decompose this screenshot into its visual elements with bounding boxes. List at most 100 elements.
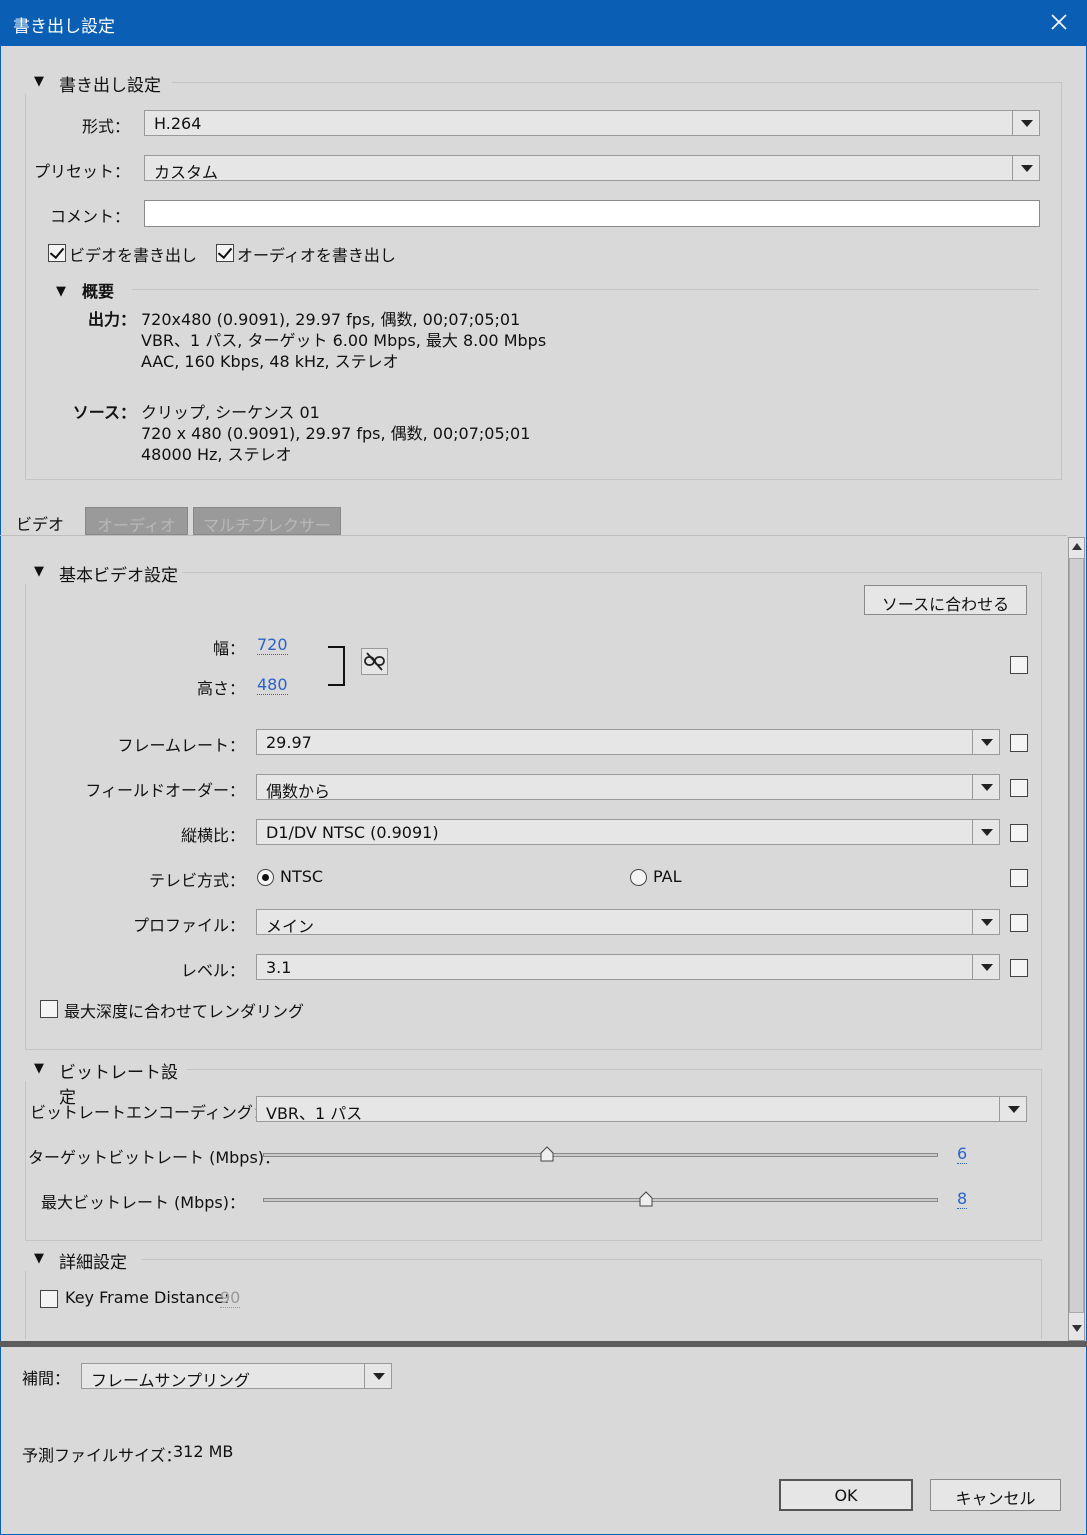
ok-label: OK bbox=[834, 1486, 858, 1505]
export-settings-header[interactable]: ▼ 書き出し設定 bbox=[22, 70, 172, 96]
pal-radio[interactable] bbox=[630, 869, 647, 886]
summary-collapse-icon[interactable]: ▼ bbox=[56, 284, 66, 299]
preset-label: プリセット： bbox=[33, 162, 130, 181]
tv-standard-label: テレビ方式： bbox=[148, 871, 245, 890]
panel-splitter[interactable] bbox=[0, 1341, 1087, 1347]
chevron-down-icon bbox=[972, 775, 999, 799]
chevron-down-icon bbox=[972, 730, 999, 754]
target-bitrate-thumb[interactable] bbox=[540, 1146, 554, 1162]
aspect-select[interactable]: D1/DV NTSC (0.9091) bbox=[256, 819, 1000, 845]
ok-button[interactable]: OK bbox=[779, 1479, 913, 1511]
target-bitrate-label: ターゲットビットレート (Mbps)： bbox=[28, 1148, 281, 1167]
export-video-checkbox[interactable] bbox=[48, 244, 66, 262]
height-value[interactable]: 480 bbox=[257, 675, 288, 695]
unlink-icon[interactable] bbox=[361, 648, 388, 675]
output-line: VBR、1 パス, ターゲット 6.00 Mbps, 最大 8.00 Mbps bbox=[141, 331, 547, 350]
cancel-label: キャンセル bbox=[955, 1489, 1036, 1508]
tab-audio[interactable]: オーディオ bbox=[85, 507, 188, 535]
field-order-override-checkbox[interactable] bbox=[1010, 779, 1028, 797]
scroll-down-icon[interactable] bbox=[1072, 1325, 1082, 1332]
max-bitrate-label: 最大ビットレート (Mbps)： bbox=[40, 1193, 245, 1212]
profile-value: メイン bbox=[266, 917, 315, 936]
frame-rate-select[interactable]: 29.97 bbox=[256, 729, 1000, 755]
collapse-triangle-icon[interactable]: ▼ bbox=[34, 74, 44, 89]
preset-value: カスタム bbox=[154, 163, 219, 182]
match-source-button[interactable]: ソースに合わせる bbox=[864, 585, 1027, 615]
tab-multiplexer[interactable]: マルチプレクサー bbox=[193, 507, 341, 535]
frame-rate-label: フレームレート： bbox=[117, 736, 245, 755]
encoding-label: ビットレートエンコーディング： bbox=[30, 1103, 269, 1122]
output-summary: 720x480 (0.9091), 29.97 fps, 偶数, 00;07;0… bbox=[141, 309, 546, 372]
profile-label: プロファイル： bbox=[132, 916, 245, 935]
aspect-value: D1/DV NTSC (0.9091) bbox=[266, 823, 439, 842]
basic-video-header[interactable]: ▼ 基本ビデオ設定 bbox=[22, 560, 182, 586]
export-audio-label: オーディオを書き出し bbox=[237, 246, 396, 265]
chevron-down-icon bbox=[972, 910, 999, 934]
advanced-header[interactable]: ▼ 詳細設定 bbox=[22, 1247, 142, 1273]
height-label: 高さ： bbox=[196, 679, 245, 698]
tab-divider bbox=[0, 535, 1067, 536]
collapse-triangle-icon[interactable]: ▼ bbox=[34, 564, 44, 579]
source-label: ソース： bbox=[72, 403, 136, 422]
encoding-value: VBR、1 パス bbox=[266, 1104, 363, 1123]
preset-select[interactable]: カスタム bbox=[144, 155, 1040, 182]
tv-standard-override-checkbox[interactable] bbox=[1010, 869, 1028, 887]
aspect-label: 縦横比： bbox=[180, 826, 245, 845]
max-bitrate-slider[interactable] bbox=[263, 1198, 938, 1202]
filesize-label: 予測ファイルサイズ： bbox=[22, 1446, 182, 1465]
chevron-down-icon bbox=[999, 1097, 1026, 1121]
collapse-triangle-icon[interactable]: ▼ bbox=[34, 1061, 44, 1076]
title-bar: 書き出し設定 bbox=[0, 0, 1087, 46]
scrollbar[interactable] bbox=[1068, 537, 1085, 1341]
keyframe-label: Key Frame Distance: bbox=[65, 1288, 230, 1307]
advanced-title: 詳細設定 bbox=[59, 1253, 127, 1273]
output-line: 720x480 (0.9091), 29.97 fps, 偶数, 00;07;0… bbox=[141, 310, 521, 329]
basic-video-title: 基本ビデオ設定 bbox=[59, 566, 178, 586]
tab-audio-label: オーディオ bbox=[97, 516, 176, 535]
format-select[interactable]: H.264 bbox=[144, 110, 1040, 136]
max-depth-checkbox[interactable] bbox=[40, 1000, 58, 1018]
cancel-button[interactable]: キャンセル bbox=[930, 1479, 1061, 1511]
field-order-select[interactable]: 偶数から bbox=[256, 774, 1000, 801]
level-select[interactable]: 3.1 bbox=[256, 954, 1000, 980]
level-value: 3.1 bbox=[266, 958, 292, 977]
pal-label: PAL bbox=[653, 867, 682, 886]
dimension-override-checkbox[interactable] bbox=[1010, 656, 1028, 674]
chevron-down-icon bbox=[972, 820, 999, 844]
ntsc-radio[interactable] bbox=[257, 869, 274, 886]
bitrate-header[interactable]: ▼ ビットレート設定 bbox=[22, 1057, 187, 1108]
export-audio-checkbox[interactable] bbox=[216, 244, 234, 262]
frame-rate-override-checkbox[interactable] bbox=[1010, 734, 1028, 752]
chevron-down-icon bbox=[364, 1364, 391, 1388]
export-settings-title: 書き出し設定 bbox=[59, 76, 161, 96]
aspect-override-checkbox[interactable] bbox=[1010, 824, 1028, 842]
keyframe-checkbox[interactable] bbox=[40, 1290, 58, 1308]
summary-title: 概要 bbox=[82, 282, 115, 301]
ntsc-label: NTSC bbox=[280, 867, 324, 886]
profile-select[interactable]: メイン bbox=[256, 909, 1000, 936]
field-order-label: フィールドオーダー： bbox=[85, 781, 245, 800]
chevron-down-icon bbox=[1012, 156, 1039, 180]
encoding-select[interactable]: VBR、1 パス bbox=[256, 1096, 1027, 1123]
target-bitrate-value[interactable]: 6 bbox=[957, 1144, 968, 1164]
interpolation-value: フレームサンプリング bbox=[91, 1371, 251, 1390]
collapse-triangle-icon[interactable]: ▼ bbox=[34, 1251, 44, 1266]
comment-label: コメント： bbox=[49, 207, 130, 226]
max-bitrate-thumb[interactable] bbox=[639, 1191, 653, 1207]
level-override-checkbox[interactable] bbox=[1010, 959, 1028, 977]
scroll-up-icon[interactable] bbox=[1072, 543, 1082, 550]
comment-input[interactable] bbox=[144, 200, 1040, 227]
close-icon[interactable] bbox=[1045, 8, 1073, 36]
tab-video[interactable]: ビデオ bbox=[6, 507, 80, 536]
source-summary: クリップ, シーケンス 01 720 x 480 (0.9091), 29.97… bbox=[141, 402, 530, 465]
level-label: レベル： bbox=[180, 961, 245, 980]
keyframe-value[interactable]: 90 bbox=[220, 1288, 241, 1308]
target-bitrate-slider[interactable] bbox=[263, 1153, 938, 1157]
export-video-label: ビデオを書き出し bbox=[69, 246, 198, 265]
width-value[interactable]: 720 bbox=[257, 635, 288, 655]
interpolation-label: 補間： bbox=[22, 1369, 71, 1388]
interpolation-select[interactable]: フレームサンプリング bbox=[81, 1363, 392, 1390]
max-bitrate-value[interactable]: 8 bbox=[957, 1189, 968, 1209]
profile-override-checkbox[interactable] bbox=[1010, 914, 1028, 932]
scrollbar-thumb[interactable] bbox=[1069, 558, 1084, 1313]
